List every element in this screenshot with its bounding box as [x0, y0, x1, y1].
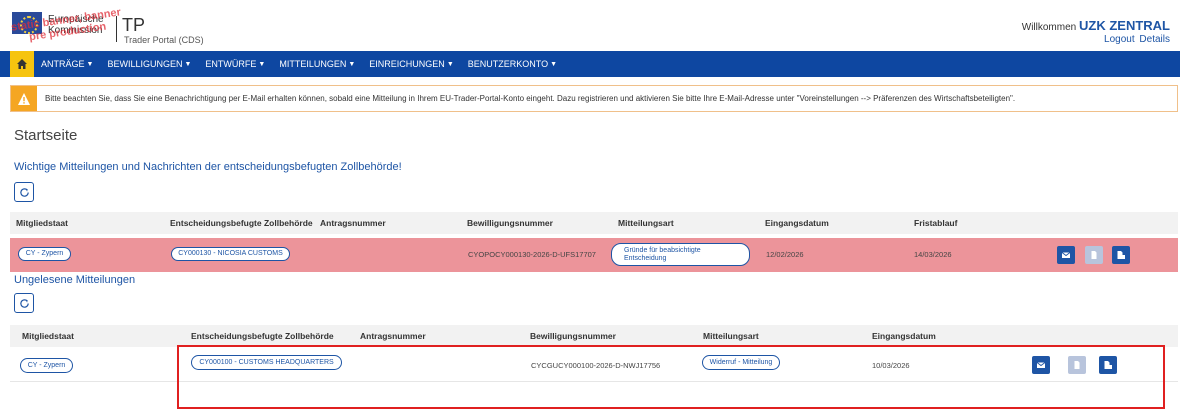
message-type-badge[interactable]: Gründe für beabsichtigte Entscheidung [611, 243, 750, 266]
nav-mitteilungen[interactable]: MITTEILUNGEN ▼ [272, 59, 362, 69]
authority-badge[interactable]: CY000100 - CUSTOMS HEADQUARTERS [191, 355, 342, 370]
authorisation-number: CYCGUCY000100-2026-D-NWJ17756 [531, 361, 661, 370]
refresh-icon [19, 298, 29, 308]
col-authority: Entscheidungsbefugte Zollbehörde [170, 218, 313, 228]
main-nav: ANTRÄGE ▼ BEWILLIGUNGEN ▼ ENTWÜRFE ▼ MITTEI… [0, 51, 1180, 77]
received-date: 10/03/2026 [872, 361, 910, 370]
mail-icon [1036, 362, 1046, 368]
home-icon [17, 59, 27, 69]
nav-benutzerkonto[interactable]: BENUTZERKONTO ▼ [461, 59, 564, 69]
important-refresh-button[interactable] [14, 182, 34, 202]
download-document-icon [1117, 251, 1125, 259]
col-received: Eingangsdatum [872, 331, 936, 341]
member-state-badge[interactable]: CY - Zypern [20, 358, 73, 373]
warning-icon [18, 92, 30, 105]
nav-einreichungen[interactable]: EINREICHUNGEN ▼ [362, 59, 460, 69]
important-section-title: Wichtige Mitteilungen und Nachrichten de… [14, 161, 402, 173]
welcome-block: Willkommen UZK ZENTRAL Logout Details [1022, 18, 1170, 45]
table-row: CY - Zypern CY000100 - CUSTOMS HEADQUART… [10, 350, 1178, 382]
caret-down-icon: ▼ [348, 60, 356, 68]
unread-table-header: Mitgliedstaat Entscheidungsbefugte Zollb… [10, 325, 1178, 347]
document-icon [1091, 251, 1097, 259]
download-document-icon [1104, 361, 1112, 369]
document-button[interactable] [1085, 246, 1103, 264]
app-subtitle: Trader Portal (CDS) [124, 35, 204, 45]
col-authority: Entscheidungsbefugte Zollbehörde [191, 331, 334, 341]
refresh-icon [19, 187, 29, 197]
welcome-label: Willkommen [1021, 22, 1077, 33]
authority-badge[interactable]: CY000130 - NICOSIA CUSTOMS [171, 247, 290, 261]
caret-down-icon: ▼ [86, 60, 94, 68]
user-name: UZK ZENTRAL [1079, 18, 1170, 33]
nav-entwuerfe[interactable]: ENTWÜRFE ▼ [198, 59, 272, 69]
col-deadline: Fristablauf [914, 218, 958, 228]
col-received: Eingangsdatum [765, 218, 829, 228]
details-link[interactable]: Details [1139, 34, 1170, 45]
col-application: Antragsnummer [360, 331, 426, 341]
deadline-date: 14/03/2026 [914, 250, 952, 259]
download-document-button[interactable] [1099, 356, 1117, 374]
app-title: TP [122, 15, 146, 35]
col-type: Mitteilungsart [618, 218, 674, 228]
caret-down-icon: ▼ [446, 60, 454, 68]
email-notice: Bitte beachten Sie, dass Sie eine Benach… [10, 85, 1178, 112]
mail-icon [1061, 252, 1071, 258]
open-message-button[interactable] [1032, 356, 1050, 374]
page-title: Startseite [14, 127, 78, 144]
unread-refresh-button[interactable] [14, 293, 34, 313]
caret-down-icon: ▼ [184, 60, 192, 68]
nav-antraege[interactable]: ANTRÄGE ▼ [34, 59, 100, 69]
logo-divider [116, 16, 117, 42]
caret-down-icon: ▼ [258, 60, 266, 68]
col-type: Mitteilungsart [703, 331, 759, 341]
header: Europäische Kommission static banner, ba… [0, 0, 1180, 50]
received-date: 12/02/2026 [766, 250, 804, 259]
col-member-state: Mitgliedstaat [16, 218, 68, 228]
table-row: CY - Zypern CY000130 - NICOSIA CUSTOMS C… [10, 238, 1178, 272]
home-button[interactable] [10, 51, 34, 77]
unread-section-title: Ungelesene Mitteilungen [14, 274, 136, 286]
document-icon [1074, 361, 1080, 369]
open-message-button[interactable] [1057, 246, 1075, 264]
col-authorisation: Bewilligungsnummer [530, 331, 616, 341]
col-member-state: Mitgliedstaat [22, 331, 74, 341]
caret-down-icon: ▼ [550, 60, 558, 68]
col-application: Antragsnummer [320, 218, 386, 228]
download-document-button[interactable] [1112, 246, 1130, 264]
member-state-badge[interactable]: CY - Zypern [18, 247, 71, 261]
document-button[interactable] [1068, 356, 1086, 374]
nav-bewilligungen[interactable]: BEWILLIGUNGEN ▼ [100, 59, 198, 69]
important-table-header: Mitgliedstaat Entscheidungsbefugte Zollb… [10, 212, 1178, 234]
notice-text: Bitte beachten Sie, dass Sie eine Benach… [45, 94, 1016, 103]
logout-link[interactable]: Logout [1104, 34, 1135, 45]
message-type-badge[interactable]: Widerruf - Mitteilung [702, 355, 780, 370]
authorisation-number: CYOPOCY000130-2026-D-UFS17707 [468, 250, 596, 259]
col-authorisation: Bewilligungsnummer [467, 218, 553, 228]
